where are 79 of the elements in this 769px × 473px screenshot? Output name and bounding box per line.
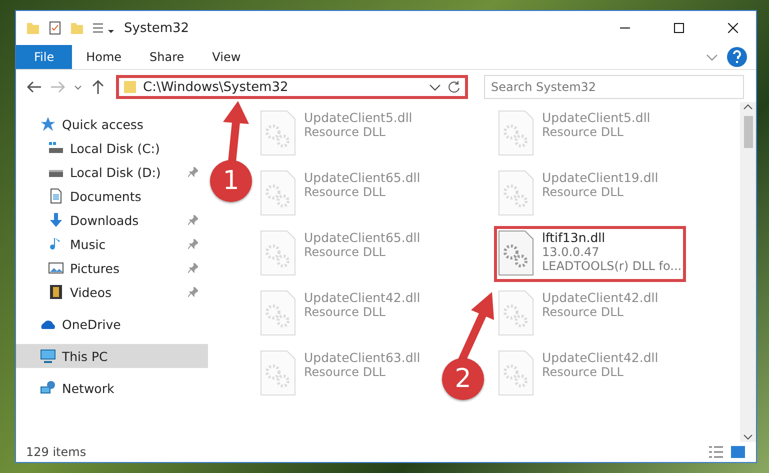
nav-item[interactable]: Local Disk (C:) (16, 136, 208, 160)
file-detail: Resource DLL (542, 125, 624, 139)
star-icon (40, 116, 56, 132)
monitor-icon (40, 348, 56, 364)
ribbon-tab[interactable]: View (198, 45, 255, 69)
scroll-down-icon[interactable] (743, 432, 753, 442)
help-icon[interactable] (726, 46, 748, 68)
dll-file-icon (498, 230, 534, 276)
file-name: UpdateClient5.dll (542, 110, 650, 125)
file-name: UpdateClient5.dll (304, 110, 412, 125)
file-detail: Resource DLL (304, 305, 386, 319)
close-icon (728, 23, 738, 33)
up-icon[interactable] (90, 79, 106, 95)
nav-item[interactable]: Quick access (16, 112, 208, 136)
nav-item[interactable]: Videos (16, 280, 208, 304)
drive-c-icon (48, 140, 64, 156)
address-bar[interactable]: C:\Windows\System32 (116, 75, 468, 99)
file-name: UpdateClient42.dll (542, 350, 658, 365)
pin-icon[interactable] (188, 215, 198, 225)
dll-file-icon (260, 110, 296, 156)
refresh-icon[interactable] (447, 80, 461, 94)
properties-icon[interactable] (48, 21, 62, 35)
dll-file-icon (260, 290, 296, 336)
item-count: 129 items (26, 445, 86, 459)
dll-file-icon (498, 110, 534, 156)
search-field[interactable]: Search System32 (484, 75, 744, 99)
file-name: UpdateClient42.dll (542, 290, 658, 305)
nav-item[interactable]: Local Disk (D:) (16, 160, 208, 184)
scroll-thumb[interactable] (744, 116, 752, 148)
back-icon[interactable] (26, 79, 42, 95)
picture-icon (48, 260, 64, 276)
video-icon (48, 284, 64, 300)
details-view-icon[interactable] (708, 445, 724, 459)
arrow (223, 101, 249, 162)
nav-item[interactable]: Music (16, 232, 208, 256)
nav-item[interactable]: Network (16, 376, 208, 400)
file-name: UpdateClient63.dll (304, 350, 420, 365)
scroll-up-icon[interactable] (743, 102, 753, 112)
ribbon-tab[interactable]: Home (72, 45, 136, 69)
pin-icon[interactable] (188, 239, 198, 249)
file-detail: 13.0.0.47 (542, 245, 600, 259)
pin-icon[interactable] (188, 167, 198, 177)
nav-item[interactable]: Downloads (16, 208, 208, 232)
folder-icon (123, 80, 137, 94)
pin-icon[interactable] (188, 263, 198, 273)
file-name: UpdateClient65.dll (304, 170, 420, 185)
nav-item[interactable]: OneDrive (16, 312, 208, 336)
file-detail: LEADTOOLS(r) DLL fo... (542, 259, 682, 273)
nav-item[interactable]: Documents (16, 184, 208, 208)
file-detail: Resource DLL (304, 365, 386, 379)
file-detail: Resource DLL (304, 125, 386, 139)
file-detail: Resource DLL (542, 305, 624, 319)
file-detail: Resource DLL (542, 365, 624, 379)
file-detail: Resource DLL (542, 185, 624, 199)
ribbon-tab[interactable]: Share (136, 45, 198, 69)
file-detail: Resource DLL (304, 185, 386, 199)
dll-file-icon (498, 350, 534, 396)
dll-file-icon (260, 350, 296, 396)
file-name: UpdateClient19.dll (542, 170, 658, 185)
dll-file-icon (260, 170, 296, 216)
file-item[interactable]: lftif13n.dll 13.0.0.47 LEADTOOLS(r) DLL fo... (494, 226, 686, 282)
large-icons-view-icon[interactable] (730, 445, 746, 459)
window-title: System32 (124, 20, 190, 36)
download-icon (48, 212, 64, 228)
network-icon (40, 380, 56, 396)
dll-file-icon (260, 230, 296, 276)
file-name: UpdateClient65.dll (304, 230, 420, 245)
scrollbar[interactable] (740, 102, 756, 442)
file-name: lftif13n.dll (542, 230, 606, 245)
maximize-icon (674, 23, 684, 33)
file-detail: Resource DLL (304, 245, 386, 259)
pin-icon[interactable] (188, 287, 198, 297)
nav-item[interactable]: This PC (16, 344, 208, 368)
document-icon (48, 188, 64, 204)
nav-item[interactable]: Pictures (16, 256, 208, 280)
file-name: UpdateClient42.dll (304, 290, 420, 305)
dll-file-icon (498, 290, 534, 336)
dll-file-icon (498, 170, 534, 216)
customize-toolbar-icon[interactable] (92, 21, 116, 35)
